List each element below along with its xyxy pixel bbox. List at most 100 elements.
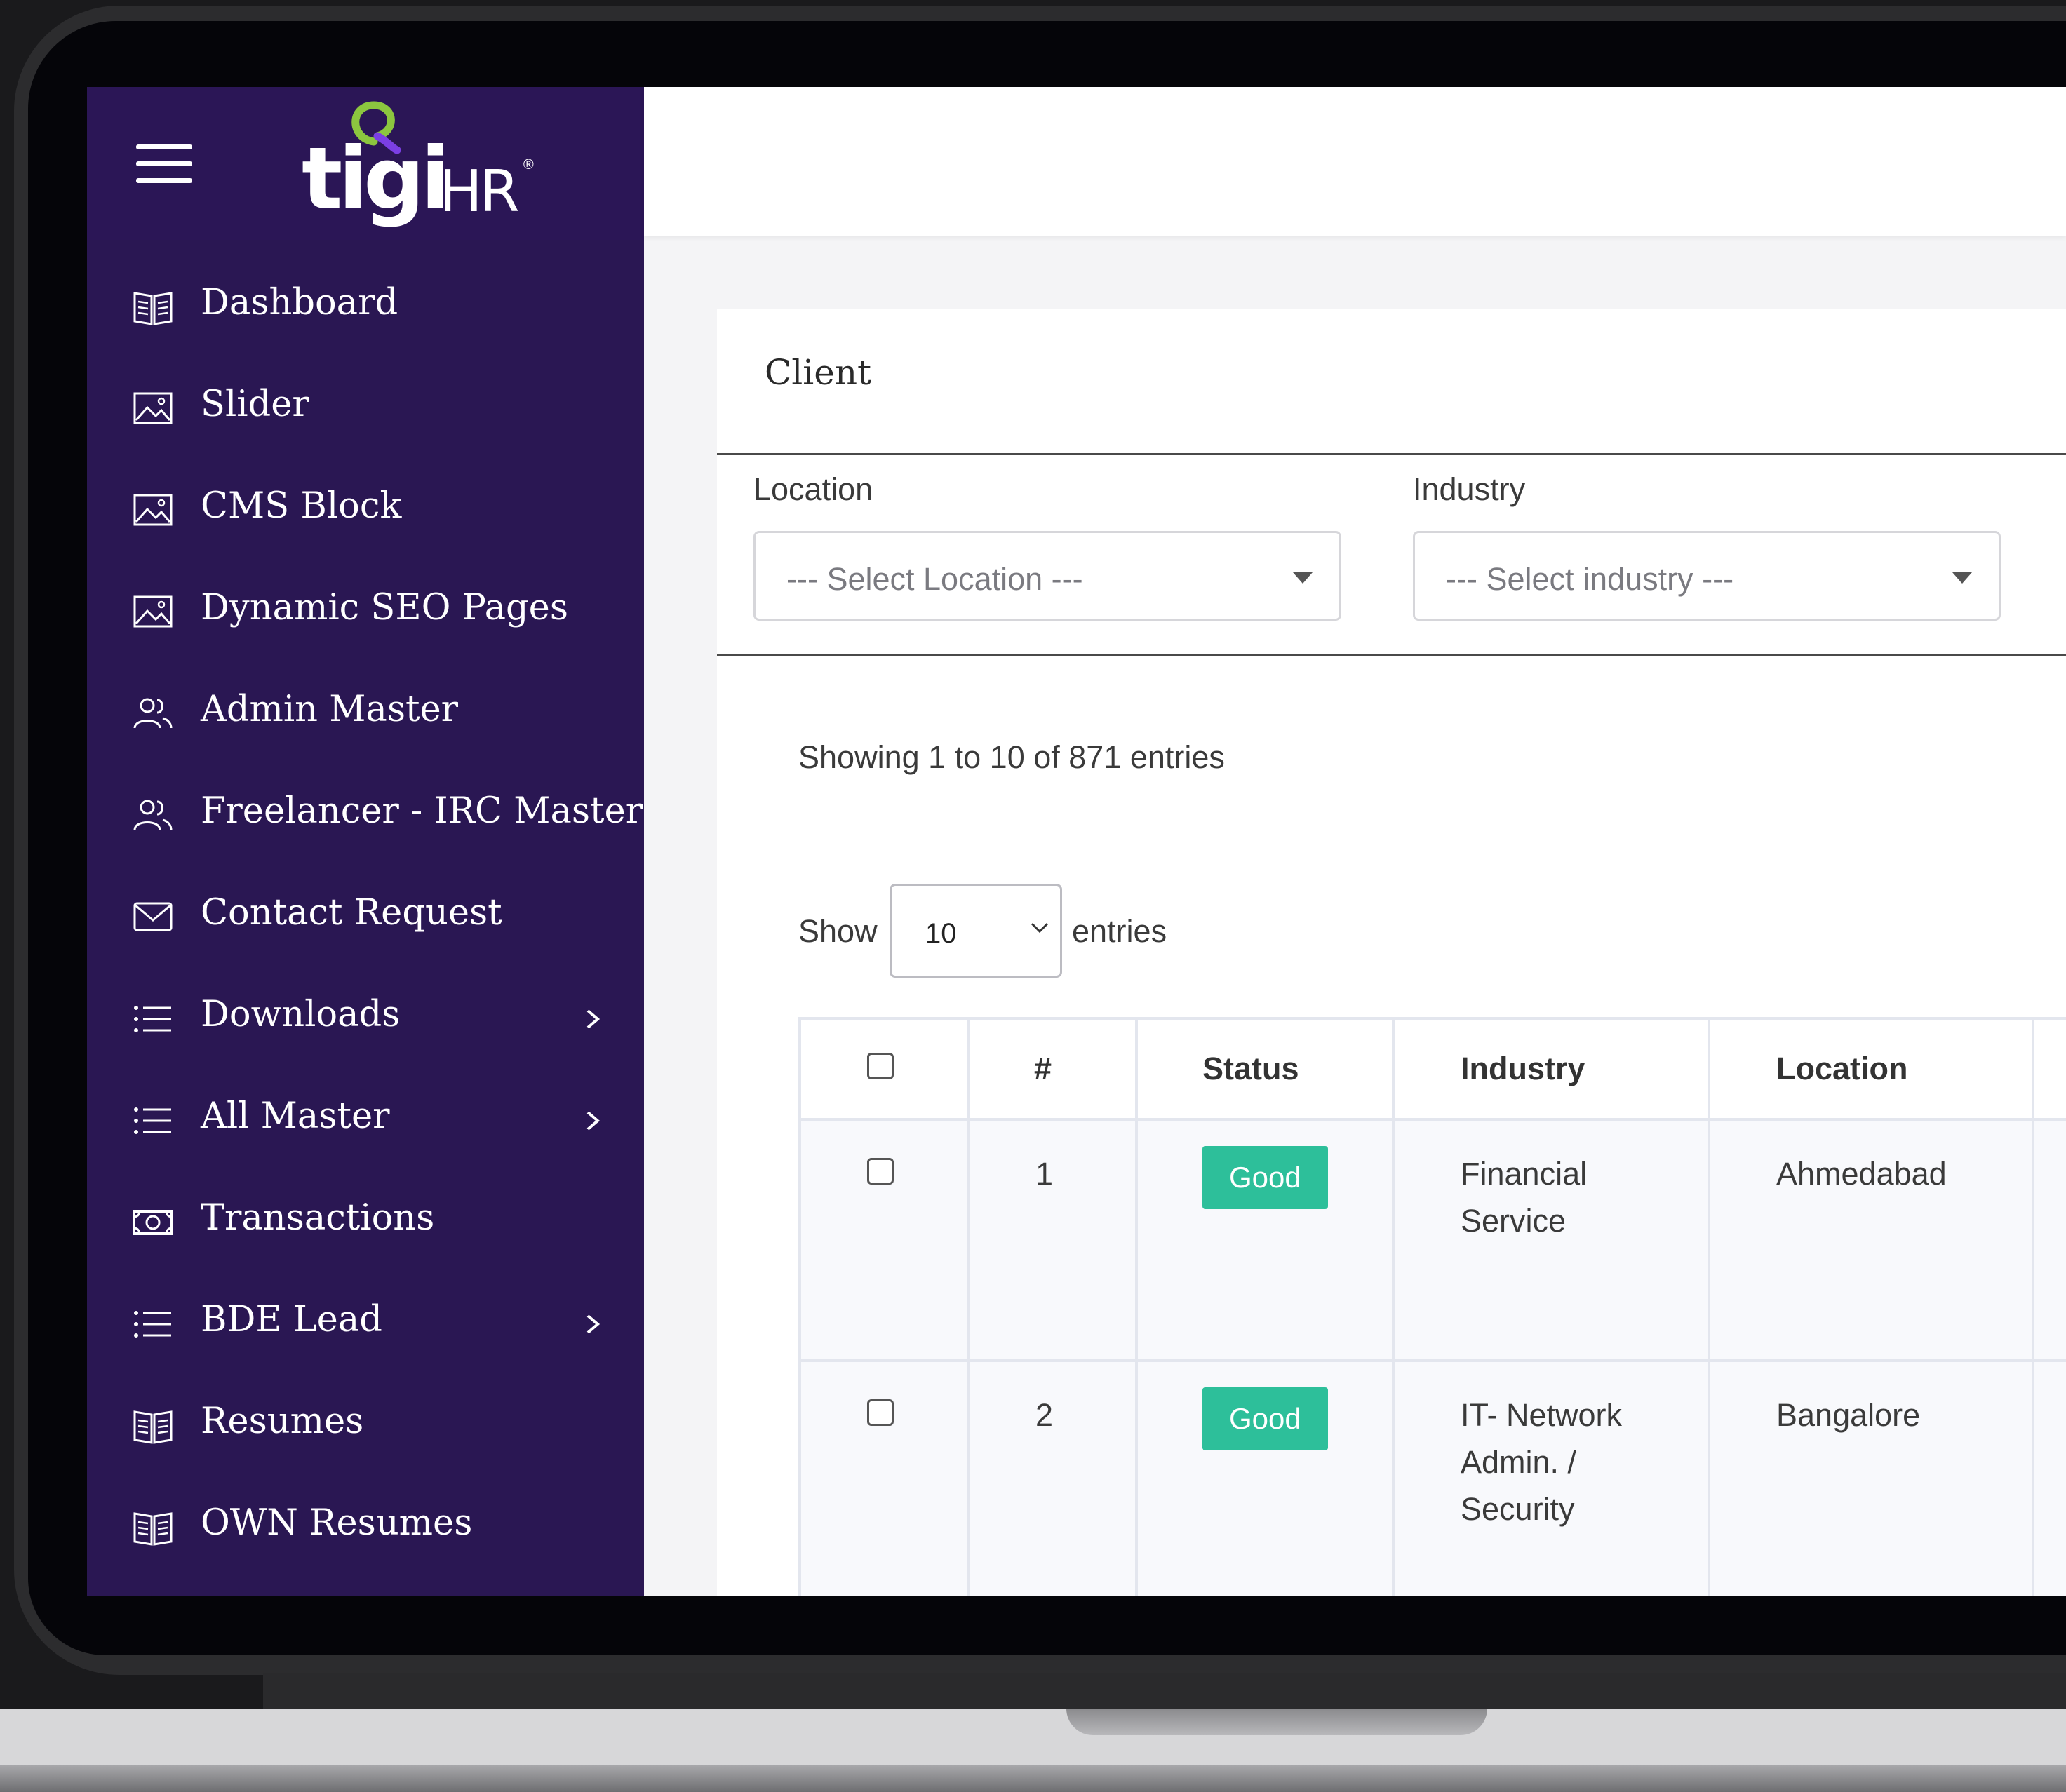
industry-filter-label: Industry <box>1413 471 1526 507</box>
client-card: Client Location --- Select Location --- … <box>717 309 2066 1596</box>
sidebar-item-dynamic-seo-pages[interactable]: Dynamic SEO Pages <box>87 560 644 662</box>
industry-select[interactable]: --- Select industry --- <box>1413 531 2001 621</box>
image-icon <box>133 595 173 628</box>
laptop-base <box>0 1709 2066 1765</box>
select-all-checkbox[interactable] <box>867 1053 894 1079</box>
sidebar-item-transactions[interactable]: Transactions <box>87 1171 644 1272</box>
sidebar-item-label: Admin Master <box>201 689 459 730</box>
column-header-status[interactable]: Status <box>1135 1017 1395 1121</box>
users-icon <box>133 698 173 729</box>
sidebar-item-downloads[interactable]: Downloads <box>87 967 644 1069</box>
list-icon <box>134 1311 171 1338</box>
sidebar-item-label: Transactions <box>201 1197 435 1239</box>
chevron-right-icon[interactable] <box>582 1107 603 1135</box>
row-checkbox[interactable] <box>867 1399 894 1426</box>
entries-label: entries <box>1072 913 1167 949</box>
row-checkbox[interactable] <box>867 1158 894 1185</box>
sidebar-item-label: Dynamic SEO Pages <box>201 587 569 628</box>
industry-text-line: IT- Network <box>1461 1397 1623 1433</box>
logo-text: tigi <box>302 129 450 229</box>
laptop-hinge <box>263 1673 2066 1709</box>
sidebar-menu: Dashboard Slider CMS Block Dynamic SEO P… <box>87 255 644 1596</box>
caret-down-icon <box>1293 572 1313 584</box>
sidebar-item-label: Dashboard <box>201 282 398 323</box>
top-header-bar <box>644 87 2066 236</box>
row-next-cell <box>2032 1359 2066 1596</box>
tigi-hr-logo[interactable]: tigi HR ® <box>302 94 540 241</box>
sidebar: tigi HR ® Dashboard Slider CMS Block Dyn… <box>87 87 644 1596</box>
screen-display: tigi HR ® Dashboard Slider CMS Block Dyn… <box>87 87 2066 1596</box>
show-label: Show <box>798 913 878 949</box>
column-header-next <box>2032 1017 2066 1121</box>
sidebar-item-label: OWN Resumes <box>201 1502 473 1544</box>
book-icon <box>133 1410 173 1444</box>
table-header-row: # Status Industry Location <box>798 1017 2066 1121</box>
entries-per-page-select[interactable]: 10 <box>890 884 1062 978</box>
sidebar-item-label: All Master <box>201 1096 390 1137</box>
column-header-location[interactable]: Location <box>1708 1017 2034 1121</box>
column-header-industry[interactable]: Industry <box>1392 1017 1710 1121</box>
sidebar-item-label: BDE Lead <box>201 1299 382 1340</box>
entries-per-page-value: 10 <box>925 918 957 949</box>
industry-select-placeholder: --- Select industry --- <box>1446 561 1734 597</box>
column-header-number[interactable]: # <box>967 1017 1138 1121</box>
status-badge: Good <box>1202 1146 1328 1209</box>
logo-registered-mark: ® <box>523 157 534 173</box>
sidebar-item-label: Resumes <box>201 1401 364 1442</box>
money-icon <box>133 1210 173 1235</box>
sidebar-header: tigi HR ® <box>87 87 644 240</box>
divider <box>717 654 2066 656</box>
sidebar-item-all-master[interactable]: All Master <box>87 1069 644 1171</box>
users-icon <box>133 800 173 830</box>
industry-text-line: Security <box>1461 1491 1575 1527</box>
table-row: 2 Good IT- Network Admin. / Security Ban… <box>798 1359 2066 1596</box>
sidebar-item-partial[interactable] <box>87 1577 644 1596</box>
sidebar-item-label: Freelancer - IRC Master <box>201 790 643 832</box>
row-industry: Financial Service <box>1392 1118 1710 1362</box>
divider <box>717 453 2066 455</box>
sidebar-item-contact-request[interactable]: Contact Request <box>87 865 644 967</box>
location-filter-label: Location <box>753 471 873 507</box>
sidebar-item-dashboard[interactable]: Dashboard <box>87 255 644 357</box>
hamburger-menu-icon[interactable] <box>136 144 192 184</box>
row-location: Bangalore <box>1708 1359 2034 1596</box>
sidebar-item-slider[interactable]: Slider <box>87 357 644 459</box>
row-industry: IT- Network Admin. / Security <box>1392 1359 1710 1596</box>
image-icon <box>133 494 173 526</box>
client-table: # Status Industry Location 1 Good Financ… <box>798 1017 2066 1596</box>
select-all-header <box>798 1017 970 1121</box>
chevron-down-icon <box>1031 922 1049 934</box>
laptop-notch <box>1066 1709 1487 1735</box>
book-icon <box>133 1512 173 1546</box>
chevron-right-icon[interactable] <box>582 1310 603 1338</box>
row-checkbox-cell <box>798 1118 970 1362</box>
industry-text-line: Financial <box>1461 1156 1588 1192</box>
mail-icon <box>133 902 173 931</box>
sidebar-item-label: Contact Request <box>201 892 502 934</box>
sidebar-item-bde-lead[interactable]: BDE Lead <box>87 1272 644 1374</box>
chevron-right-icon[interactable] <box>582 1005 603 1033</box>
sidebar-item-label: CMS Block <box>201 485 402 527</box>
row-next-cell <box>2032 1118 2066 1362</box>
showing-entries-text: Showing 1 to 10 of 871 entries <box>798 739 1225 775</box>
image-icon <box>133 392 173 424</box>
book-icon <box>133 292 173 325</box>
row-location: Ahmedabad <box>1708 1118 2034 1362</box>
row-number: 1 <box>967 1118 1138 1362</box>
caret-down-icon <box>1952 572 1972 584</box>
sidebar-item-freelancer-irc-master[interactable]: Freelancer - IRC Master <box>87 764 644 865</box>
industry-text-line: Service <box>1461 1203 1567 1239</box>
row-status-cell: Good <box>1135 1118 1395 1362</box>
status-badge: Good <box>1202 1387 1328 1450</box>
list-icon <box>134 1107 171 1134</box>
industry-text-line: Admin. / <box>1461 1444 1577 1480</box>
sidebar-item-resumes[interactable]: Resumes <box>87 1374 644 1476</box>
sidebar-item-own-resumes[interactable]: OWN Resumes <box>87 1476 644 1577</box>
location-select[interactable]: --- Select Location --- <box>753 531 1341 621</box>
table-row: 1 Good Financial Service Ahmedabad <box>798 1118 2066 1362</box>
sidebar-item-admin-master[interactable]: Admin Master <box>87 662 644 764</box>
row-status-cell: Good <box>1135 1359 1395 1596</box>
sidebar-item-cms-block[interactable]: CMS Block <box>87 459 644 560</box>
laptop-base-edge <box>0 1765 2066 1792</box>
logo-suffix: HR <box>439 159 520 225</box>
